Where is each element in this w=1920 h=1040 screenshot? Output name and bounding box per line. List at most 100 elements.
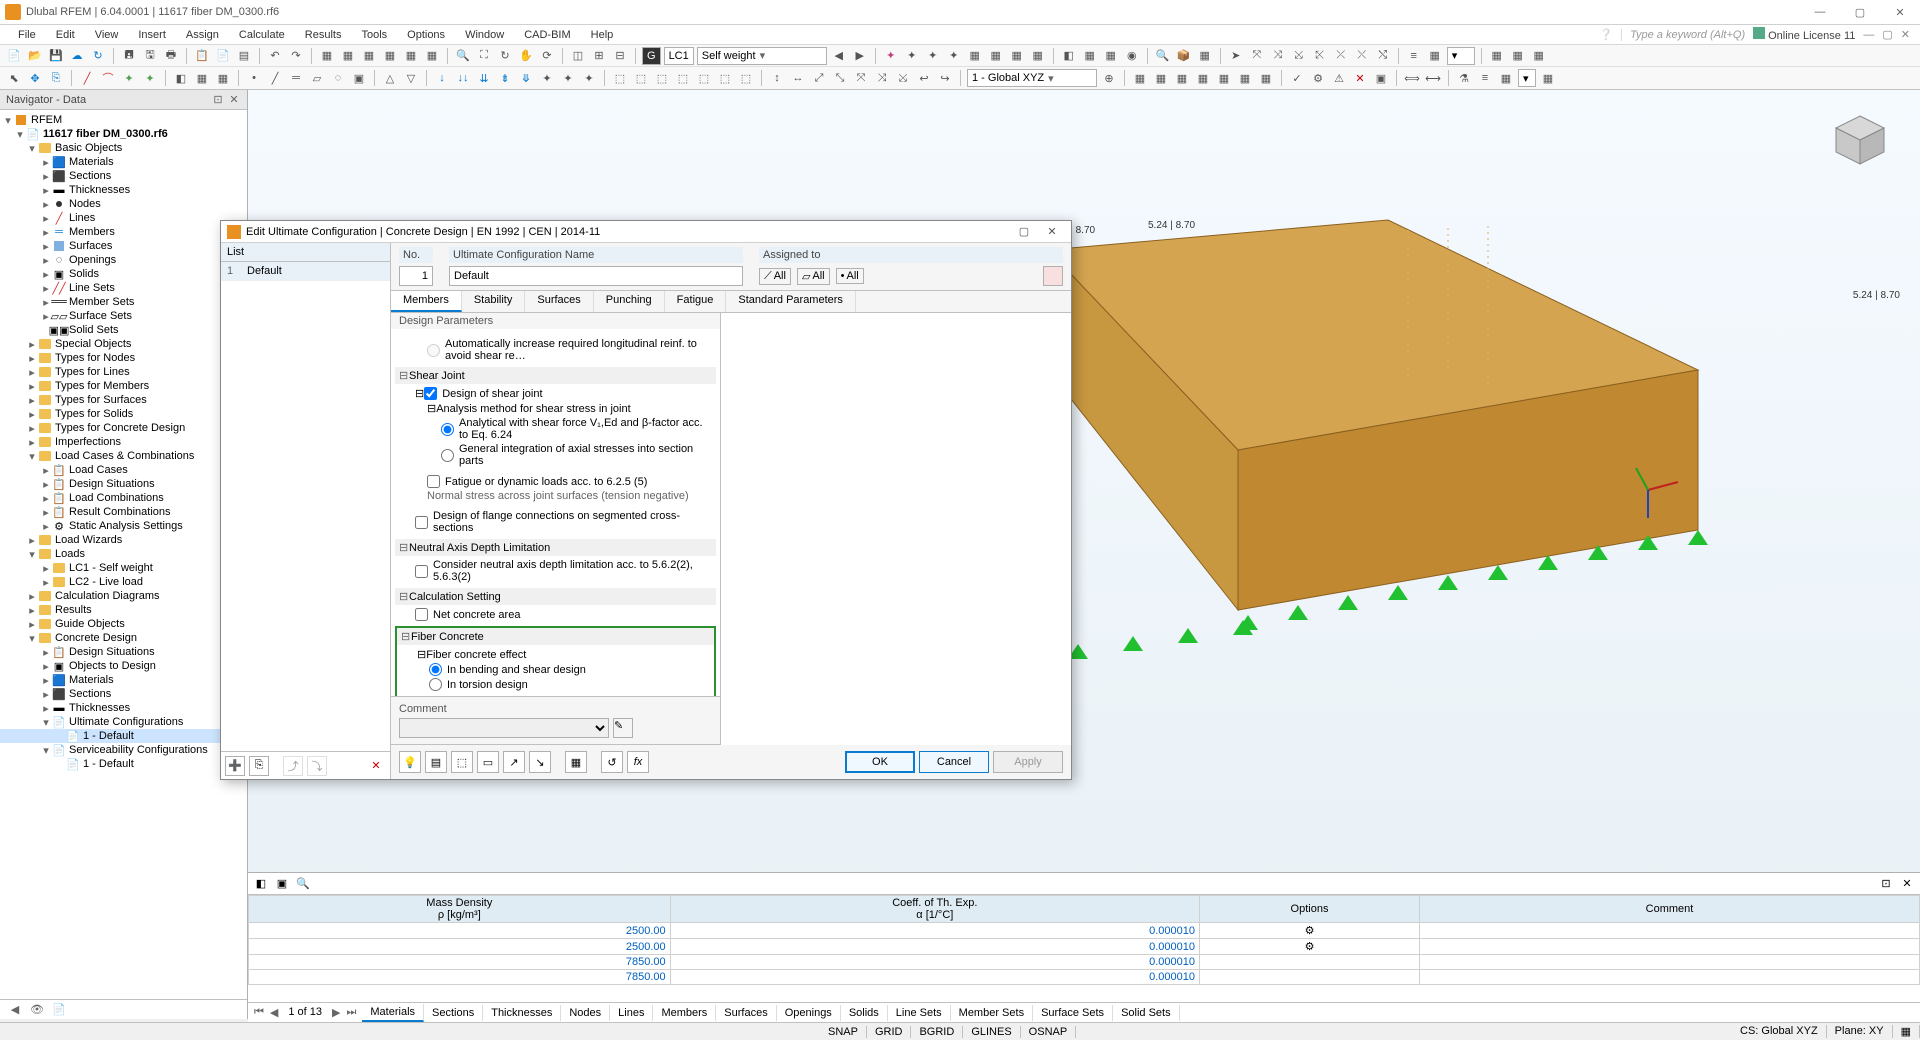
- tree-sections[interactable]: ▸⬛Sections: [0, 169, 247, 183]
- tab-std-params[interactable]: Standard Parameters: [726, 291, 856, 312]
- menu-results[interactable]: Results: [295, 27, 352, 43]
- load-tool-6[interactable]: ✦: [538, 69, 556, 87]
- ed-tool-7[interactable]: ⤩: [894, 69, 912, 87]
- foot-fx-button[interactable]: fx: [627, 751, 649, 773]
- bgrid-toggle[interactable]: BGRID: [911, 1026, 963, 1038]
- tree-root[interactable]: ▾RFEM: [0, 113, 247, 127]
- col-comment[interactable]: Comment: [1420, 896, 1920, 923]
- tab-solidsets[interactable]: Solid Sets: [1113, 1005, 1180, 1021]
- gear-icon[interactable]: ⚙: [1305, 941, 1315, 953]
- tree-membersets[interactable]: ▸══Member Sets: [0, 295, 247, 309]
- view1-button[interactable]: ▦: [318, 47, 336, 65]
- sel-tool-2[interactable]: ⬚: [632, 69, 650, 87]
- load-tool-3[interactable]: ⇊: [475, 69, 493, 87]
- doc-max-button[interactable]: ▢: [1882, 28, 1892, 41]
- list-item[interactable]: 1 Default: [221, 262, 390, 281]
- tab-members[interactable]: Members: [653, 1005, 716, 1021]
- select-button[interactable]: ⬉: [5, 69, 23, 87]
- saveas-button[interactable]: 🖫: [141, 47, 159, 65]
- tab-materials[interactable]: Materials: [362, 1004, 424, 1022]
- tab-thicknesses[interactable]: Thicknesses: [483, 1005, 561, 1021]
- tree-special[interactable]: ▸Special Objects: [0, 337, 247, 351]
- tool-e[interactable]: ▦: [966, 47, 984, 65]
- tool-l[interactable]: ◉: [1123, 47, 1141, 65]
- sel-tool-7[interactable]: ⬚: [737, 69, 755, 87]
- tool-b[interactable]: ✦: [903, 47, 921, 65]
- data-table[interactable]: Mass Density ρ [kg/m³] Coeff. of Th. Exp…: [248, 895, 1920, 1002]
- list-up-button[interactable]: ⤴: [283, 756, 303, 776]
- assigned-nodes[interactable]: • All: [836, 268, 864, 284]
- glines-toggle[interactable]: GLINES: [963, 1026, 1020, 1038]
- view2-button[interactable]: ▦: [339, 47, 357, 65]
- navtab-doc[interactable]: 📄: [50, 1002, 68, 1018]
- tab-surfaces[interactable]: Surfaces: [716, 1005, 776, 1021]
- name-input[interactable]: [449, 266, 743, 286]
- tree-materials[interactable]: ▸🟦Materials: [0, 155, 247, 169]
- cancel-button[interactable]: Cancel: [919, 751, 989, 773]
- undo-button[interactable]: ↶: [266, 47, 284, 65]
- cs-btn[interactable]: ⊕: [1100, 69, 1118, 87]
- foot-btn6[interactable]: ↘: [529, 751, 551, 773]
- net-concrete-check[interactable]: [415, 608, 428, 621]
- doc-min-button[interactable]: —: [1863, 29, 1874, 41]
- check-btn2[interactable]: ⚙: [1309, 69, 1327, 87]
- fc-torsion[interactable]: [429, 678, 442, 691]
- page-prev[interactable]: ◀: [268, 1006, 280, 1019]
- search-icon[interactable]: 🔍: [1154, 47, 1172, 65]
- nav-pin-button[interactable]: ⊡: [211, 93, 225, 107]
- tree-load-combos[interactable]: ▸📋Load Combinations: [0, 491, 247, 505]
- grid-btn2[interactable]: ▦: [1152, 69, 1170, 87]
- tree-lc1[interactable]: ▸LC1 - Self weight: [0, 561, 247, 575]
- help-icon[interactable]: ❔: [1599, 28, 1613, 41]
- load-tool-8[interactable]: ✦: [580, 69, 598, 87]
- rotate-button[interactable]: ↻: [496, 47, 514, 65]
- tool-d[interactable]: ✦: [945, 47, 963, 65]
- tab-members[interactable]: Members: [391, 291, 462, 312]
- sup-tool[interactable]: △: [381, 69, 399, 87]
- menu-window[interactable]: Window: [455, 27, 514, 43]
- refresh-button[interactable]: ↻: [89, 47, 107, 65]
- navtab-back[interactable]: ◀: [6, 1002, 24, 1018]
- tree-types-members[interactable]: ▸Types for Members: [0, 379, 247, 393]
- solid-tool[interactable]: ▣: [350, 69, 368, 87]
- mem-tool-2[interactable]: ▦: [193, 69, 211, 87]
- foot-btn4[interactable]: ▭: [477, 751, 499, 773]
- mem-tool-1[interactable]: ◧: [172, 69, 190, 87]
- axis-tool-1[interactable]: ⤧: [1248, 47, 1266, 65]
- menu-cadbim[interactable]: CAD-BIM: [514, 27, 580, 43]
- menu-tools[interactable]: Tools: [351, 27, 397, 43]
- tree-cd-obj[interactable]: ▸▣Objects to Design: [0, 659, 247, 673]
- tab-openings[interactable]: Openings: [777, 1005, 841, 1021]
- foot-btn7[interactable]: ▦: [565, 751, 587, 773]
- tab-linesets[interactable]: Line Sets: [888, 1005, 951, 1021]
- split2-button[interactable]: ⊞: [590, 47, 608, 65]
- tree-members[interactable]: ▸═Members: [0, 225, 247, 239]
- load-tool-2[interactable]: ↓↓: [454, 69, 472, 87]
- export-button[interactable]: 🖪: [120, 47, 138, 65]
- axis-tool-7[interactable]: ⤭: [1374, 47, 1392, 65]
- col-mass-density[interactable]: Mass Density ρ [kg/m³]: [249, 896, 671, 923]
- foot-btn5[interactable]: ↗: [503, 751, 525, 773]
- dialog-titlebar[interactable]: Edit Ultimate Configuration | Concrete D…: [221, 221, 1071, 243]
- list-dup-button[interactable]: ⎘: [249, 756, 269, 776]
- doc-close-button[interactable]: ✕: [1901, 28, 1910, 41]
- col-coeff-thexp[interactable]: Coeff. of Th. Exp. α [1/°C]: [670, 896, 1199, 923]
- page-last[interactable]: ⏭: [344, 1006, 358, 1019]
- view4-button[interactable]: ▦: [381, 47, 399, 65]
- tree-cd-uc-1[interactable]: 📄1 - Default: [0, 729, 247, 743]
- comment-edit-button[interactable]: ✎: [613, 718, 633, 738]
- menu-view[interactable]: View: [85, 27, 129, 43]
- dialog-close-button[interactable]: ✕: [1039, 222, 1065, 242]
- open-tool[interactable]: ◌: [329, 69, 347, 87]
- status-ico[interactable]: ▦: [1893, 1025, 1920, 1038]
- tree-solidsets[interactable]: ▣▣Solid Sets: [0, 323, 247, 337]
- tab-surfacesets[interactable]: Surface Sets: [1033, 1005, 1113, 1021]
- list-delete-button[interactable]: ✕: [366, 756, 386, 776]
- tab-solids[interactable]: Solids: [841, 1005, 888, 1021]
- fatigue-check[interactable]: [427, 475, 440, 488]
- load-tool-4[interactable]: ⇟: [496, 69, 514, 87]
- sel-tool-4[interactable]: ⬚: [674, 69, 692, 87]
- tree-file[interactable]: ▾📄11617 fiber DM_0300.rf6: [0, 127, 247, 141]
- table-button[interactable]: ▤: [235, 47, 253, 65]
- sel-tool-5[interactable]: ⬚: [695, 69, 713, 87]
